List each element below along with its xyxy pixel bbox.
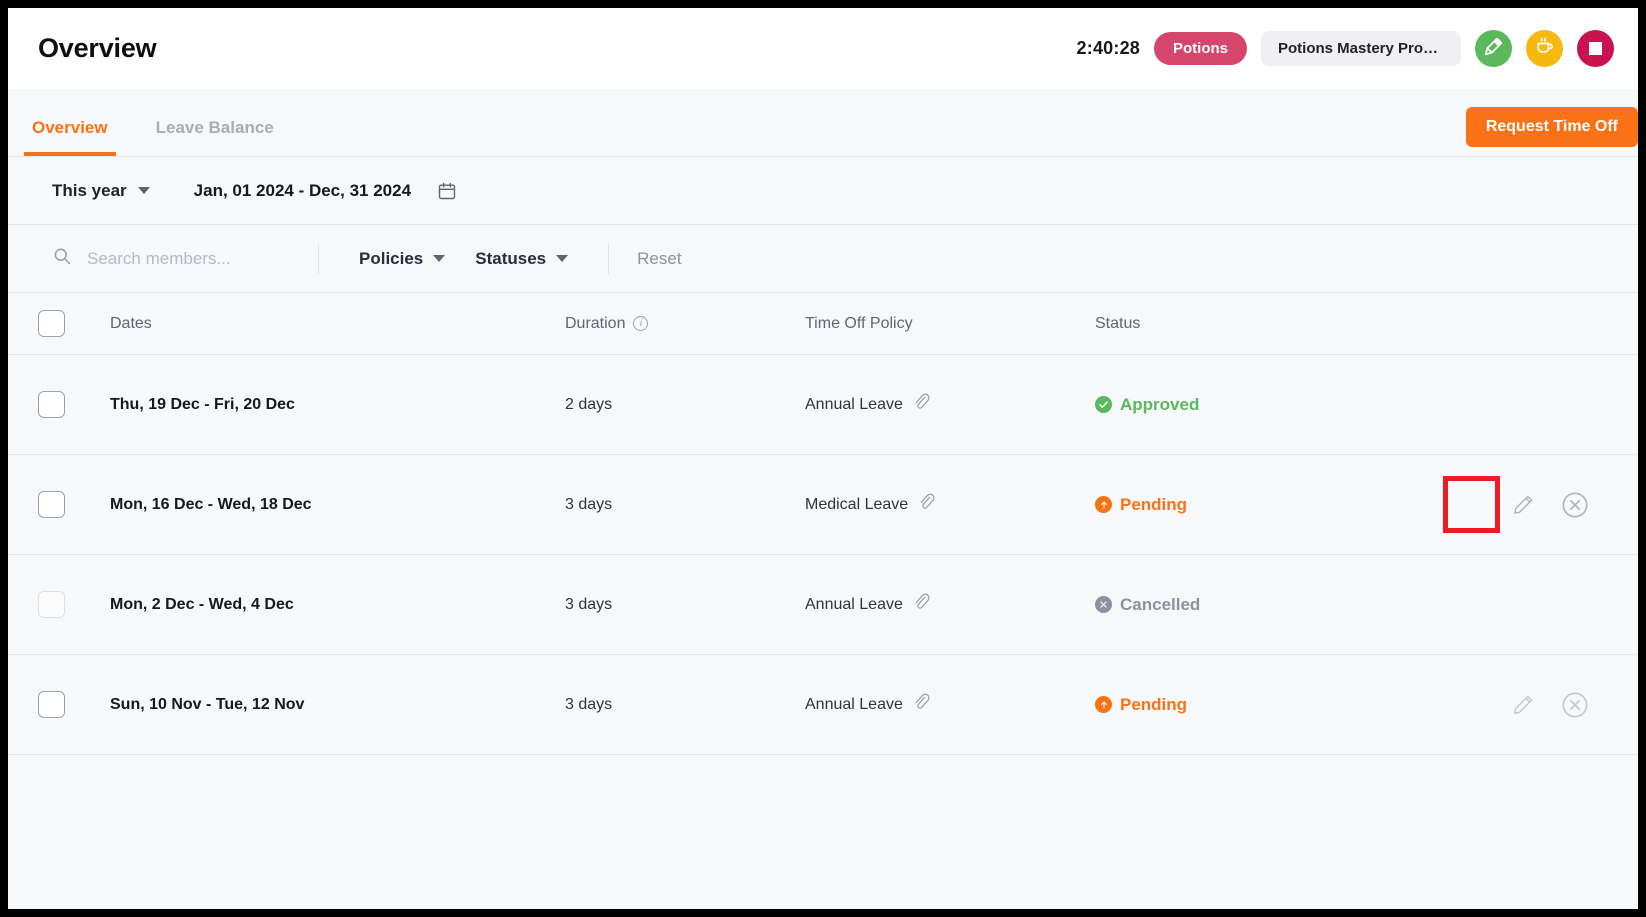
cell-status: Approved [1095, 395, 1395, 415]
table-row: Mon, 2 Dec - Wed, 4 Dec 3 days Annual Le… [8, 555, 1638, 655]
paperclip-icon[interactable] [912, 593, 931, 617]
table-row: Mon, 16 Dec - Wed, 18 Dec 3 days Medical… [8, 455, 1638, 555]
coffee-cup-icon [1535, 36, 1555, 61]
cell-policy: Annual Leave [805, 693, 1095, 717]
cell-duration: 3 days [565, 695, 613, 713]
paperclip-icon[interactable] [912, 393, 931, 417]
chevron-down-icon [137, 187, 150, 194]
status-badge: Pending [1120, 694, 1188, 714]
tab-leave-balance[interactable]: Leave Balance [132, 89, 298, 156]
row-checkbox[interactable] [38, 591, 65, 618]
status-pending-icon [1095, 496, 1112, 513]
search-icon [52, 246, 72, 271]
filters-group: Policies Statuses [347, 249, 580, 269]
date-range-text: Jan, 01 2024 - Dec, 31 2024 [193, 180, 412, 200]
calendar-icon[interactable] [437, 181, 457, 201]
info-icon[interactable]: i [633, 316, 649, 331]
cell-dates: Sun, 10 Nov - Tue, 12 Nov [110, 695, 305, 713]
cell-actions [1395, 488, 1608, 522]
tab-overview[interactable]: Overview [8, 89, 132, 156]
policies-label: Policies [359, 248, 424, 268]
table-row: Thu, 19 Dec - Fri, 20 Dec 2 days Annual … [8, 355, 1638, 455]
request-time-off-button[interactable]: Request Time Off [1465, 107, 1638, 147]
app-viewport: Overview 2:40:28 Potions Potions Mastery… [8, 8, 1638, 909]
cell-duration: 2 days [565, 395, 613, 413]
row-select-cell [38, 391, 110, 418]
cell-policy-label: Annual Leave [805, 595, 903, 613]
project-chip[interactable]: Potions [1154, 32, 1247, 65]
cell-duration: 3 days [565, 595, 613, 613]
column-header-dates: Dates [110, 314, 152, 332]
time-off-table: Dates Duration i Time Off Policy Status … [8, 293, 1638, 755]
select-all-cell [38, 310, 110, 337]
cell-policy-label: Annual Leave [805, 395, 903, 413]
cell-actions [1395, 688, 1608, 722]
tab-list: Overview Leave Balance [8, 89, 298, 156]
cancel-icon[interactable] [1558, 688, 1592, 722]
cell-dates: Thu, 19 Dec - Fri, 20 Dec [110, 395, 295, 413]
table-row: Sun, 10 Nov - Tue, 12 Nov 3 days Annual … [8, 655, 1638, 755]
status-cancelled-icon [1095, 596, 1112, 613]
break-button[interactable] [1526, 30, 1563, 67]
paperclip-icon[interactable] [912, 693, 931, 717]
cell-duration: 3 days [565, 495, 613, 513]
date-preset-label: This year [52, 180, 127, 200]
cell-status: Cancelled [1095, 595, 1395, 615]
column-header-status: Status [1095, 314, 1141, 332]
edit-icon[interactable] [1506, 688, 1540, 722]
tab-bar: Overview Leave Balance Request Time Off [8, 89, 1638, 157]
timer-display: 2:40:28 [1076, 38, 1140, 58]
column-header-policy: Time Off Policy [805, 314, 913, 332]
filter-divider-left [318, 243, 319, 274]
edit-icon[interactable] [1506, 488, 1540, 522]
cell-policy: Annual Leave [805, 593, 1095, 617]
row-checkbox[interactable] [38, 491, 65, 518]
status-badge: Approved [1120, 394, 1200, 414]
row-select-cell [38, 491, 110, 518]
date-range-bar: This year Jan, 01 2024 - Dec, 31 2024 [8, 157, 1638, 225]
search-box[interactable] [38, 246, 318, 271]
cancel-icon[interactable] [1558, 488, 1592, 522]
chevron-down-icon [433, 255, 446, 262]
page-title: Overview [38, 33, 157, 63]
status-badge: Pending [1120, 494, 1188, 514]
cell-policy: Medical Leave [805, 493, 1095, 517]
paperclip-icon[interactable] [917, 493, 936, 517]
task-chip[interactable]: Potions Mastery Progr... [1261, 31, 1461, 66]
policies-dropdown[interactable]: Policies [347, 249, 457, 269]
cell-status: Pending [1095, 495, 1395, 515]
statuses-label: Statuses [475, 248, 547, 268]
cell-dates: Mon, 16 Dec - Wed, 18 Dec [110, 495, 312, 513]
chevron-down-icon [556, 255, 569, 262]
row-select-cell [38, 591, 110, 618]
top-bar-right-group: 2:40:28 Potions Potions Mastery Progr... [1077, 30, 1614, 67]
pin-timer-button[interactable] [1475, 30, 1512, 67]
cell-dates: Mon, 2 Dec - Wed, 4 Dec [110, 595, 294, 613]
row-select-cell [38, 691, 110, 718]
table-header-row: Dates Duration i Time Off Policy Status [8, 293, 1638, 355]
row-checkbox[interactable] [38, 391, 65, 418]
cell-status: Pending [1095, 695, 1395, 715]
column-header-duration-label: Duration [565, 314, 626, 332]
reset-filters-button[interactable]: Reset [637, 249, 681, 269]
row-checkbox[interactable] [38, 691, 65, 718]
status-pending-icon [1095, 696, 1112, 713]
statuses-dropdown[interactable]: Statuses [463, 249, 580, 269]
cell-policy: Annual Leave [805, 393, 1095, 417]
select-all-checkbox[interactable] [38, 310, 65, 337]
cell-policy-label: Medical Leave [805, 495, 909, 513]
top-bar: Overview 2:40:28 Potions Potions Mastery… [8, 8, 1638, 89]
status-badge: Cancelled [1120, 594, 1201, 614]
column-header-duration: Duration i [565, 315, 805, 333]
cell-policy-label: Annual Leave [805, 695, 903, 713]
stop-square-icon [1589, 42, 1602, 55]
filter-bar: Policies Statuses Reset [8, 225, 1638, 293]
pin-icon [1483, 36, 1504, 62]
search-input[interactable] [85, 247, 305, 270]
date-preset-dropdown[interactable]: This year [38, 181, 150, 201]
status-approved-icon [1095, 396, 1112, 413]
filter-divider-right [608, 243, 610, 274]
stop-button[interactable] [1577, 30, 1614, 67]
